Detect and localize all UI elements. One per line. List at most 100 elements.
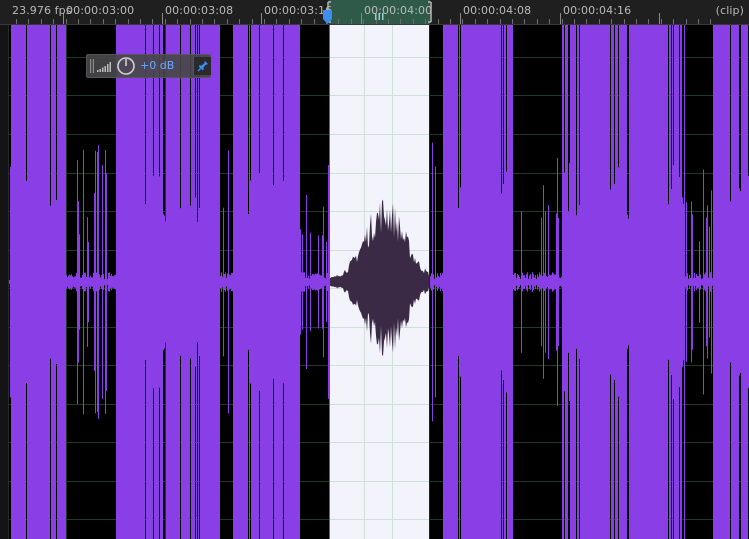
ruler-major-tick	[460, 13, 461, 24]
waveform-sample	[151, 25, 152, 539]
ruler-major-tick	[361, 13, 362, 24]
playhead-marker-icon[interactable]	[322, 10, 333, 24]
waveform-sample	[670, 25, 671, 539]
waveform-sample	[65, 25, 66, 539]
waveform-sample	[466, 25, 467, 539]
waveform-sample	[120, 25, 121, 539]
waveform-sample	[585, 25, 586, 539]
timecode-label: 00:00:04:08	[463, 4, 532, 17]
waveform-sample	[118, 25, 119, 539]
waveform-sample	[606, 25, 607, 539]
waveform-sample	[446, 25, 447, 539]
waveform-sample	[661, 25, 662, 539]
ruler-tick	[475, 19, 476, 24]
waveform-sample	[85, 272, 86, 292]
waveform-sample	[702, 278, 703, 286]
waveform-sample	[99, 274, 100, 290]
waveform-sample	[25, 25, 26, 539]
waveform-sample	[540, 274, 541, 290]
waveform-sample	[195, 197, 196, 367]
ruler-tick	[562, 19, 563, 24]
timecode-label: 00:00:03:00	[66, 4, 135, 17]
ruler-tick	[698, 19, 699, 24]
waveform-sample	[637, 25, 638, 539]
waveform-sample	[32, 25, 33, 539]
waveform-sample	[239, 25, 240, 539]
ruler-tick	[53, 19, 54, 24]
volume-knob-icon[interactable]	[116, 56, 136, 76]
waveform-sample	[650, 25, 651, 539]
pin-button[interactable]	[193, 57, 211, 75]
waveform-sample	[186, 25, 187, 539]
ruler-major-tick	[261, 13, 262, 24]
ruler-tick	[152, 19, 153, 24]
waveform-sample	[439, 277, 440, 287]
waveform-sample	[461, 25, 462, 539]
waveform-display[interactable]	[0, 25, 749, 539]
waveform-sample	[149, 25, 150, 539]
waveform-sample	[708, 277, 709, 287]
waveform-sample	[500, 25, 501, 539]
waveform-sample	[126, 25, 127, 539]
waveform-sample	[246, 25, 247, 539]
waveform-sample	[658, 25, 659, 539]
waveform-sample	[628, 218, 629, 346]
waveform-sample	[444, 25, 445, 539]
waveform-sample	[630, 25, 631, 539]
waveform-sample	[508, 25, 509, 539]
waveform-sample	[562, 25, 563, 539]
waveform-sample	[123, 25, 124, 539]
waveform-sample	[45, 25, 46, 539]
waveform-sample	[205, 25, 206, 539]
waveform-sample	[492, 25, 493, 539]
waveform-sample	[729, 25, 730, 539]
waveform-sample	[528, 278, 529, 286]
waveform-sample	[66, 275, 67, 289]
waveform-sample	[283, 180, 284, 384]
waveform-sample	[568, 211, 569, 353]
waveform-sample	[666, 25, 667, 539]
waveform-sample	[153, 175, 154, 389]
waveform-sample	[278, 25, 279, 539]
waveform-sample	[717, 25, 718, 539]
waveform-sample	[669, 25, 670, 539]
waveform-sample	[16, 25, 17, 539]
waveform-sample	[699, 241, 700, 323]
waveform-sample	[189, 25, 190, 539]
selection-grip-icon[interactable]	[375, 13, 384, 20]
timeline-ruler[interactable]: 23.976 fps 00:00:03:00 00:00:03:08 00:00…	[0, 0, 749, 25]
waveform-sample	[588, 25, 589, 539]
waveform-sample	[116, 25, 117, 539]
waveform-sample	[290, 25, 291, 539]
waveform-sample	[545, 211, 546, 353]
waveform-sample	[503, 183, 504, 381]
waveform-sample	[538, 276, 539, 288]
hud-grip-icon[interactable]	[89, 59, 95, 73]
waveform-sample	[733, 25, 734, 539]
waveform-sample	[477, 25, 478, 539]
waveform-sample	[457, 25, 458, 539]
waveform-sample	[624, 25, 625, 539]
waveform-sample	[44, 25, 45, 539]
waveform-sample	[184, 25, 185, 539]
waveform-sample	[605, 25, 606, 539]
waveform-sample	[212, 25, 213, 539]
waveform-sample	[259, 173, 260, 391]
waveform-sample	[284, 25, 285, 539]
ruler-tick	[710, 19, 711, 24]
waveform-sample	[476, 25, 477, 539]
ruler-tick	[537, 19, 538, 24]
waveform-sample	[665, 25, 666, 539]
waveform-sample	[132, 25, 133, 539]
ruler-tick	[487, 19, 488, 24]
gain-value[interactable]: +0 dB	[140, 59, 174, 72]
waveform-sample	[506, 171, 507, 393]
waveform-sample	[56, 200, 57, 364]
waveform-sample	[482, 25, 483, 539]
waveform-sample	[571, 25, 572, 539]
selection-end-handle-icon[interactable]	[427, 1, 433, 23]
waveform-sample	[218, 25, 219, 539]
waveform-sample	[487, 25, 488, 539]
waveform-sample	[185, 25, 186, 539]
waveform-sample	[716, 25, 717, 539]
